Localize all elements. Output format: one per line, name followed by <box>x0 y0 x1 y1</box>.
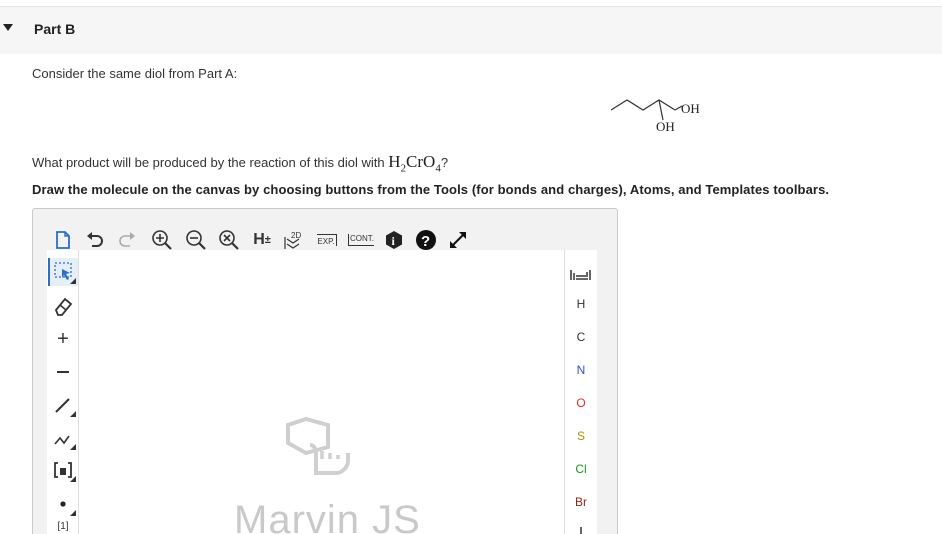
oh-label-top: OH <box>681 101 700 116</box>
question-suffix: ? <box>440 155 449 170</box>
instructions-text: Draw the molecule on the canvas by choos… <box>32 182 830 197</box>
info-icon[interactable]: i <box>383 228 405 252</box>
eraser-tool-icon[interactable] <box>48 292 78 320</box>
atom-button-n[interactable]: N <box>566 363 596 377</box>
zoom-reset-icon[interactable] <box>217 228 241 252</box>
atom-button-c[interactable]: C <box>566 330 596 344</box>
undo-icon[interactable] <box>84 228 106 252</box>
clean-2d-button[interactable]: 2D <box>283 228 307 252</box>
zoom-out-icon[interactable] <box>184 228 208 252</box>
redo-icon[interactable] <box>116 228 138 252</box>
periodic-table-icon[interactable] <box>566 266 596 285</box>
collapse-caret-icon[interactable] <box>3 24 13 31</box>
oh-label-bottom: OH <box>656 119 675 134</box>
help-icon[interactable]: ? <box>414 228 438 252</box>
part-title[interactable]: Part B <box>34 21 75 37</box>
reagent-formula: H2CrO4 <box>388 152 441 175</box>
charge-minus-tool[interactable] <box>48 358 78 386</box>
atom-button-cl[interactable]: Cl <box>566 462 596 476</box>
part-header[interactable] <box>0 7 942 54</box>
zoom-in-icon[interactable] <box>150 228 174 252</box>
add-explicit-hydrogens-button[interactable]: H ± <box>248 228 276 252</box>
atom-map-tool[interactable]: [1] <box>48 518 78 534</box>
bracket-tool-icon[interactable] <box>48 456 78 484</box>
marvin-logo-icon <box>282 415 358 492</box>
chain-tool-icon[interactable] <box>48 424 78 452</box>
question-prefix: What product will be produced by the rea… <box>32 155 389 170</box>
single-bond-tool-icon[interactable] <box>48 391 78 419</box>
diol-structure: OH OH <box>605 90 715 145</box>
question-text: What product will be produced by the rea… <box>32 152 448 174</box>
atom-button-br[interactable]: Br <box>566 495 596 509</box>
rectangle-selection-tool[interactable] <box>48 258 78 286</box>
new-document-icon[interactable] <box>52 228 74 252</box>
charge-plus-tool[interactable]: + <box>48 325 78 353</box>
marvin-js-watermark: Marvin JS <box>234 498 421 534</box>
fullscreen-icon[interactable] <box>446 228 470 252</box>
svg-text:2D: 2D <box>291 231 301 240</box>
atom-button-s[interactable]: S <box>566 429 596 443</box>
atom-button-h[interactable]: H <box>566 297 596 311</box>
atom-button-more[interactable] <box>566 524 596 534</box>
atoms-toolbar <box>564 250 597 534</box>
contract-groups-button[interactable]: CONT. <box>346 228 376 252</box>
radical-tool-icon[interactable] <box>48 490 78 518</box>
intro-text: Consider the same diol from Part A: <box>32 66 238 81</box>
svg-text:?: ? <box>421 233 430 250</box>
expand-groups-button[interactable]: EXP. <box>314 228 340 252</box>
atom-button-o[interactable]: O <box>566 396 596 410</box>
